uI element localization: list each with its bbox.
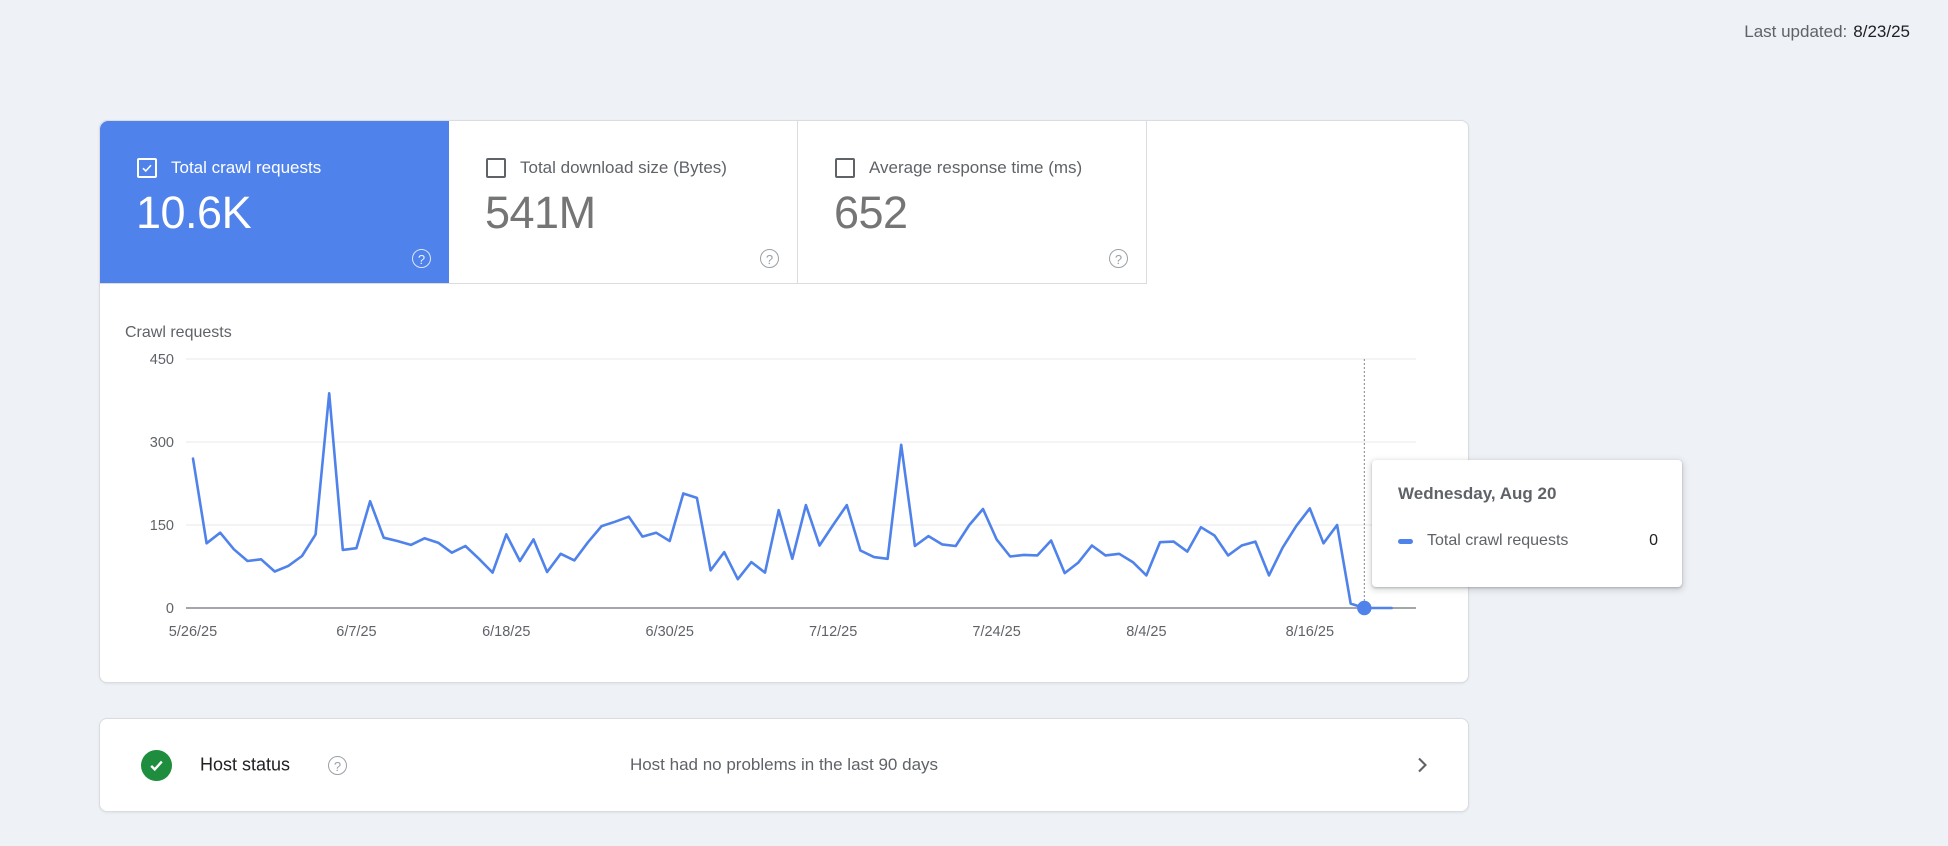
chevron-right-icon[interactable] bbox=[1410, 753, 1434, 777]
metric-cards-filler bbox=[1147, 121, 1468, 284]
metric-cards-row: Total crawl requests 10.6K ? Total downl… bbox=[100, 121, 1468, 284]
metric-card-label: Total crawl requests bbox=[171, 158, 322, 177]
last-updated-label: Last updated: bbox=[1744, 22, 1848, 41]
checkbox-unchecked-icon[interactable] bbox=[486, 158, 506, 178]
metric-card-value: 652 bbox=[834, 187, 908, 238]
hover-point-marker bbox=[1357, 600, 1372, 616]
x-tick-label: 7/24/25 bbox=[972, 624, 1020, 640]
tooltip-series-value: 0 bbox=[1649, 532, 1658, 549]
x-tick-label: 8/16/25 bbox=[1286, 624, 1334, 640]
metric-card-value: 541M bbox=[485, 187, 596, 238]
crawl-requests-line bbox=[191, 392, 1393, 610]
crawl-stats-panel: Total crawl requests 10.6K ? Total downl… bbox=[99, 120, 1469, 683]
metric-card-total-download-size[interactable]: Total download size (Bytes) 541M ? bbox=[449, 121, 798, 284]
x-tick-label: 7/12/25 bbox=[809, 624, 857, 640]
help-icon[interactable]: ? bbox=[1109, 249, 1128, 268]
metric-card-value: 10.6K bbox=[136, 187, 252, 238]
help-icon[interactable]: ? bbox=[760, 249, 779, 268]
y-tick-label: 150 bbox=[150, 518, 174, 534]
help-icon[interactable]: ? bbox=[412, 249, 431, 268]
y-tick-label: 300 bbox=[150, 435, 174, 451]
metric-card-header: Average response time (ms) bbox=[835, 158, 1082, 178]
checkbox-unchecked-icon[interactable] bbox=[835, 158, 855, 178]
metric-card-total-crawl-requests[interactable]: Total crawl requests 10.6K ? bbox=[100, 121, 449, 284]
tooltip-date-title: Wednesday, Aug 20 bbox=[1398, 484, 1557, 503]
tooltip-series-row: Total crawl requests 0 bbox=[1398, 532, 1658, 550]
metric-card-label: Average response time (ms) bbox=[869, 158, 1083, 177]
tooltip-series-label: Total crawl requests bbox=[1427, 532, 1569, 549]
metric-card-average-response-time[interactable]: Average response time (ms) 652 ? bbox=[798, 121, 1147, 284]
metric-card-header: Total download size (Bytes) bbox=[486, 158, 727, 178]
crawl-requests-chart[interactable]: 0 150 300 450 5/26/25 6/7/25 6/18/25 6/30/25 7/1… bbox=[100, 284, 1468, 683]
page-background: { "header": { "last_updated_label": "Las… bbox=[0, 0, 1948, 846]
x-tick-label: 6/7/25 bbox=[336, 624, 376, 640]
host-status-message: Host had no problems in the last 90 days bbox=[629, 755, 939, 774]
y-tick-label: 0 bbox=[166, 601, 174, 617]
last-updated: Last updated: 8/23/25 bbox=[1744, 22, 1910, 42]
chart-tooltip: Wednesday, Aug 20 Total crawl requests 0 bbox=[1372, 460, 1682, 587]
check-mark-icon bbox=[142, 164, 152, 173]
last-updated-value: 8/23/25 bbox=[1853, 22, 1910, 41]
x-tick-label: 8/4/25 bbox=[1126, 624, 1166, 640]
x-tick-label: 5/26/25 bbox=[169, 624, 217, 640]
y-tick-label: 450 bbox=[150, 352, 174, 368]
host-status-panel[interactable]: Host status ? Host had no problems in th… bbox=[99, 718, 1469, 812]
metric-card-header: Total crawl requests bbox=[137, 158, 321, 178]
metric-card-label: Total download size (Bytes) bbox=[520, 158, 727, 177]
checkbox-checked-icon[interactable] bbox=[137, 158, 157, 178]
series-legend-pill-icon bbox=[1398, 538, 1413, 544]
x-tick-label: 6/30/25 bbox=[646, 624, 694, 640]
x-tick-label: 6/18/25 bbox=[482, 624, 530, 640]
